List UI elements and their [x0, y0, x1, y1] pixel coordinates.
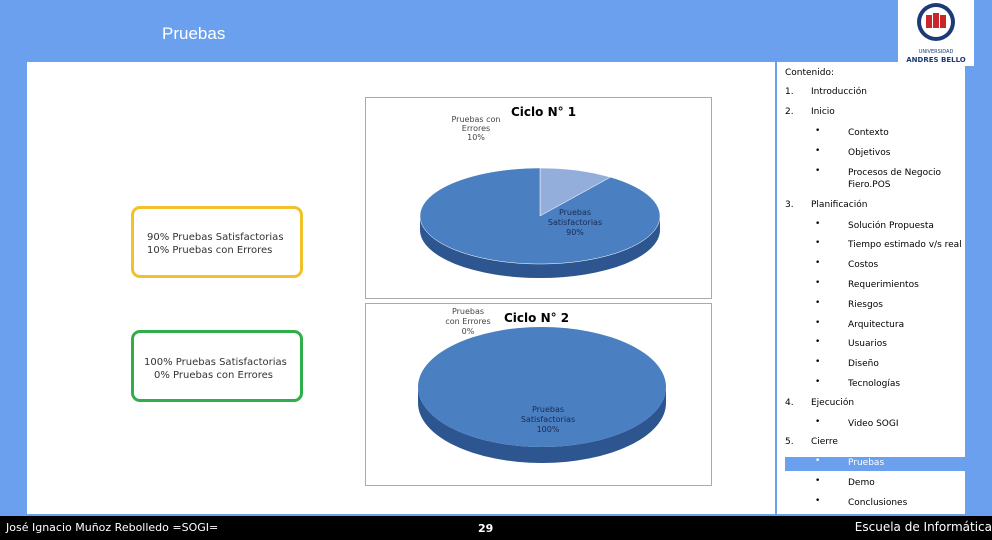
toc-label: Costos — [848, 260, 879, 270]
toc-label: Objetivos — [848, 148, 891, 158]
university-logo: UNIVERSIDAD ANDRES BELLO — [898, 0, 974, 66]
toc-item-costos[interactable]: • Costos — [785, 258, 965, 273]
footer-bar: José Ignacio Muñoz Rebolledo =SOGI= 29 E… — [0, 516, 992, 540]
bullet-icon: • — [815, 238, 821, 248]
bullet-icon: • — [815, 278, 821, 288]
pie1-group — [419, 167, 661, 278]
toc-item-conclusiones[interactable]: • Conclusiones — [785, 496, 965, 511]
toc-label: Arquitectura — [848, 320, 905, 330]
toc-label: Demo — [848, 478, 875, 488]
page-number: 29 — [478, 522, 494, 535]
footer-author: José Ignacio Muñoz Rebolledo =SOGI= — [6, 521, 219, 534]
toc-number: 4. — [785, 398, 794, 408]
toc-label: Inicio — [811, 107, 835, 117]
pie-chart-ciclo-1: Ciclo N° 1 Pruebas con Errores 10% Prueb… — [365, 97, 712, 299]
toc-item-ejecución[interactable]: 4. Ejecución — [785, 398, 965, 412]
bullet-icon: • — [815, 166, 821, 176]
bullet-icon: • — [815, 456, 821, 466]
logo-line1: UNIVERSIDAD — [919, 49, 954, 55]
c2-err-l2: con Errores — [445, 317, 490, 326]
box2-line1: 100% Pruebas Satisfactorias — [144, 357, 287, 368]
toc-item-demo[interactable]: • Demo — [785, 476, 965, 491]
toc-label: Diseño — [848, 359, 879, 369]
bullet-icon: • — [815, 476, 821, 486]
toc-label: Introducción — [811, 87, 867, 97]
summary-box-ciclo-1: 90% Pruebas Satisfactorias 10% Pruebas c… — [131, 206, 303, 278]
pie-slice — [419, 167, 661, 265]
toc-number: 2. — [785, 107, 794, 117]
slide-content: 90% Pruebas Satisfactorias 10% Pruebas c… — [27, 62, 775, 514]
toc-item-riesgos[interactable]: • Riesgos — [785, 298, 965, 313]
bullet-icon: • — [815, 318, 821, 328]
toc-label: Conclusiones — [848, 498, 908, 508]
toc-item-arquitectura[interactable]: • Arquitectura — [785, 318, 965, 333]
toc-label: Solución Propuesta — [848, 221, 934, 231]
toc-label: Cierre — [811, 437, 838, 447]
bullet-icon: • — [815, 258, 821, 268]
bullet-icon: • — [815, 377, 821, 387]
box1-line1: 90% Pruebas Satisfactorias — [147, 232, 284, 243]
chart2-title: Ciclo N° 2 — [504, 311, 569, 325]
toc-item-procesos-de-negocio-fiero-pos[interactable]: • Procesos de Negocio Fiero.POS — [785, 166, 965, 193]
bullet-icon: • — [815, 126, 821, 136]
toc-item-diseño[interactable]: • Diseño — [785, 357, 965, 372]
toc-label: Tecnologías — [848, 379, 901, 389]
bullet-icon: • — [815, 417, 821, 427]
c2-err-l1: Pruebas — [452, 307, 484, 316]
toc-number: 1. — [785, 87, 794, 97]
toc-item-solución-propuesta[interactable]: • Solución Propuesta — [785, 219, 965, 234]
c1-err-l2: Errores — [462, 124, 490, 133]
toc-item-introducción[interactable]: 1. Introducción — [785, 87, 965, 101]
c1-ok-l2: Satisfactorias — [548, 218, 602, 227]
toc-item-objetivos[interactable]: • Objetivos — [785, 146, 965, 161]
bullet-icon: • — [815, 337, 821, 347]
bullet-icon: • — [815, 357, 821, 367]
toc-label: Ejecución — [811, 398, 855, 408]
box2-line2: 0% Pruebas con Errores — [154, 370, 274, 381]
toc-item-contexto[interactable]: • Contexto — [785, 126, 965, 141]
c1-err-l3: 10% — [467, 133, 485, 142]
toc-label: Contexto — [848, 128, 889, 138]
c2-ok-l2: Satisfactorias — [521, 415, 575, 424]
toc-label: Procesos de Negocio Fiero.POS — [848, 168, 942, 190]
toc-label: Video SOGI — [848, 419, 899, 429]
c1-ok-l3: 90% — [566, 228, 584, 237]
toc-number: 3. — [785, 200, 794, 210]
toc-item-planificación[interactable]: 3. Planificación — [785, 200, 965, 214]
toc-label: Requerimientos — [848, 280, 919, 290]
pie-chart-ciclo-2: Ciclo N° 2 Pruebas con Errores 0% Prueba… — [365, 303, 712, 486]
c1-err-l1: Pruebas con — [451, 115, 500, 124]
toc-item-cierre[interactable]: 5. Cierre — [785, 437, 965, 451]
toc-label: Pruebas — [848, 458, 885, 468]
bullet-icon: • — [815, 146, 821, 156]
toc-heading: Contenido: — [785, 68, 835, 78]
summary-box-ciclo-2: 100% Pruebas Satisfactorias 0% Pruebas c… — [131, 330, 303, 402]
bullet-icon: • — [815, 496, 821, 506]
toc-label: Riesgos — [848, 300, 883, 310]
c2-err-l3: 0% — [462, 327, 475, 336]
toc-item-inicio[interactable]: 2. Inicio — [785, 107, 965, 121]
toc-label: Tiempo estimado v/s real — [848, 240, 962, 250]
c1-ok-l1: Pruebas — [559, 208, 591, 217]
bullet-icon: • — [815, 298, 821, 308]
toc-item-tecnologías[interactable]: • Tecnologías — [785, 377, 965, 392]
c2-ok-l1: Pruebas — [532, 405, 564, 414]
footer-school: Escuela de Informática — [854, 520, 992, 534]
pie2-group — [418, 327, 666, 463]
toc-item-tiempo-estimado-v-s-real[interactable]: • Tiempo estimado v/s real — [785, 238, 965, 253]
toc-item-pruebas[interactable]: • Pruebas — [785, 456, 965, 471]
box1-line2: 10% Pruebas con Errores — [147, 245, 273, 256]
chart1-title: Ciclo N° 1 — [511, 105, 576, 119]
table-of-contents: Contenido: 1. Introducción 2. Inicio • Contex… — [777, 62, 965, 514]
bullet-icon: • — [815, 219, 821, 229]
toc-label: Planificación — [811, 200, 868, 210]
toc-item-video-sogi[interactable]: • Video SOGI — [785, 417, 965, 432]
toc-label: Usuarios — [848, 339, 887, 349]
toc-item-requerimientos[interactable]: • Requerimientos — [785, 278, 965, 293]
slide-title: Pruebas — [162, 24, 226, 43]
toc-item-usuarios[interactable]: • Usuarios — [785, 337, 965, 352]
c2-ok-l3: 100% — [537, 425, 560, 434]
toc-number: 5. — [785, 437, 794, 447]
